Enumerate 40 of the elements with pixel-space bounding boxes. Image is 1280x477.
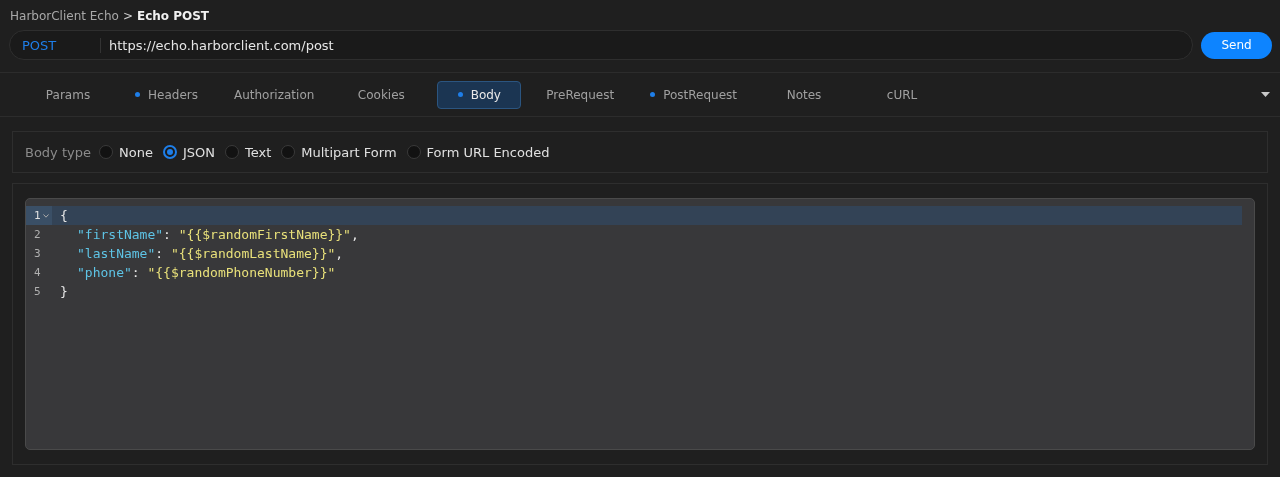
tab[interactable]: PostRequest [639,80,748,109]
radio-option[interactable]: Multipart Form [281,144,397,160]
line-number: 1 [34,209,41,222]
code-line: "lastName": "{{$randomLastName}}", [76,246,344,261]
url-bar[interactable]: POST https://echo.harborclient.com/post [9,30,1193,60]
code-line: "firstName": "{{$randomFirstName}}", [76,227,359,242]
radio-icon[interactable] [224,145,239,159]
code-line: "phone": "{{$randomPhoneNumber}}" [76,265,336,280]
url-input[interactable]: https://echo.harborclient.com/post [101,36,1192,54]
tab[interactable]: Cookies [339,80,424,109]
line-number: 4 [34,266,41,279]
send-button[interactable]: Send [1201,31,1272,59]
fold-chevron-icon[interactable] [42,213,49,218]
tab[interactable]: cURL [860,80,944,109]
tab[interactable]: Authorization [222,80,326,109]
method-selector[interactable]: POST [10,37,101,53]
breadcrumb-link[interactable]: HarborClient Echo [10,9,119,23]
line-number: 2 [34,228,41,241]
radio-icon[interactable] [99,145,113,159]
radio-option[interactable]: Text [224,144,272,160]
code-line: } [59,284,68,299]
breadcrumb-separator: > [122,9,133,23]
tab[interactable]: Params [26,80,110,109]
dropdown-caret-icon[interactable] [1261,92,1270,97]
radio-icon[interactable] [162,145,177,159]
tab[interactable]: PreRequest [535,80,626,109]
body-type-label: Body type [25,144,91,160]
radio-option[interactable]: None [99,144,153,160]
tab[interactable]: Body [437,80,522,109]
tab[interactable]: Headers [124,80,209,109]
radio-option[interactable]: JSON [162,144,215,160]
code-line: { [59,208,68,223]
line-number: 3 [34,247,41,260]
radio-option[interactable]: Form URL Encoded [406,144,550,160]
code-editor[interactable]: 1 { 2 "firstName": "{{$randomFirstName}}", 3 "lastName": "{{$randomLastName}}", 4 "phone": "{{$randomPhoneNumber}}" 5 } [25,198,1255,450]
breadcrumb-current: Echo POST [136,9,210,23]
line-number: 5 [34,285,41,298]
tab[interactable]: Notes [762,80,846,109]
radio-icon[interactable] [281,145,296,159]
radio-icon[interactable] [406,145,421,159]
